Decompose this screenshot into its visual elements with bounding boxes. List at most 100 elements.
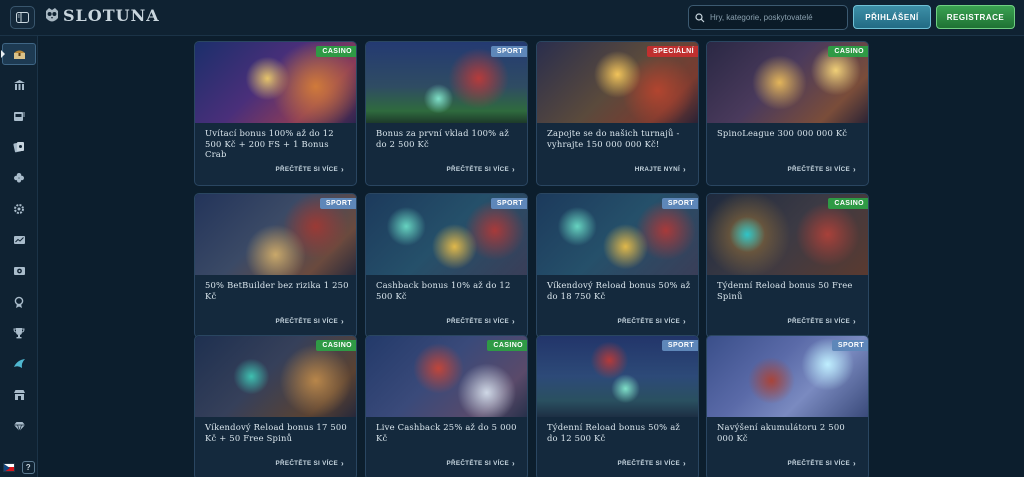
shop-icon <box>13 390 25 400</box>
read-more-link[interactable]: PŘEČTĚTE SI VÍCE › <box>446 165 515 174</box>
promo-title: Live Cashback 25% až do 5 000 Kč <box>376 422 517 443</box>
promo-card[interactable]: CASINO SpinoLeague 300 000 000 Kč PŘEČTĚ… <box>706 41 869 186</box>
read-more-label: PŘEČTĚTE SI VÍCE <box>787 166 851 173</box>
read-more-link[interactable]: PŘEČTĚTE SI VÍCE › <box>617 317 686 326</box>
sidebar-item-casino[interactable] <box>0 74 38 96</box>
promo-title: Cashback bonus 10% až do 12 500 Kč <box>376 280 511 301</box>
chevron-right-icon: › <box>341 165 344 174</box>
top-header: SLOTUNA PŘIHLÁŠENÍ REGISTRACE <box>0 0 1024 36</box>
live-cards-icon <box>13 142 24 153</box>
sidebar-footer: ? <box>0 457 38 477</box>
gear-icon <box>14 204 24 214</box>
sidebar-item-live-casino[interactable] <box>0 136 38 158</box>
logo-text: SLOTUNA <box>63 6 160 25</box>
live-sport-icon <box>13 266 25 275</box>
read-more-label: PŘEČTĚTE SI VÍCE <box>275 318 339 325</box>
sidebar-item-vip[interactable] <box>0 415 38 437</box>
login-button[interactable]: PŘIHLÁŠENÍ <box>853 5 931 29</box>
sidebar-item-tournaments[interactable] <box>0 322 38 344</box>
read-more-label: PŘEČTĚTE SI VÍCE <box>617 318 681 325</box>
read-more-link[interactable]: PŘEČTĚTE SI VÍCE › <box>275 317 344 326</box>
chevron-right-icon: › <box>853 317 856 326</box>
treasure-chest-icon <box>13 50 25 59</box>
promo-card[interactable]: CASINO Live Cashback 25% až do 5 000 Kč … <box>365 335 528 477</box>
medal-icon <box>14 296 24 308</box>
read-more-link[interactable]: PŘEČTĚTE SI VÍCE › <box>617 459 686 468</box>
promo-image: CASINO <box>707 194 868 275</box>
promo-image: CASINO <box>195 336 356 417</box>
chevron-right-icon: › <box>341 459 344 468</box>
sidebar-item-slots[interactable] <box>0 105 38 127</box>
badge-sport: SPORT <box>319 198 356 209</box>
sidebar-item-rewards[interactable] <box>0 291 38 313</box>
clover-icon <box>14 173 24 183</box>
badge-casino: CASINO <box>316 340 356 351</box>
read-more-label: PŘEČTĚTE SI VÍCE <box>446 318 510 325</box>
sidebar-item-lucky[interactable] <box>0 167 38 189</box>
site-logo[interactable]: SLOTUNA <box>44 6 160 25</box>
promo-card[interactable]: CASINO Uvítací bonus 100% až do 12 500 K… <box>194 41 357 186</box>
chevron-right-icon: › <box>341 317 344 326</box>
promo-image: SPORT <box>366 42 527 123</box>
sports-screen-icon <box>13 235 25 244</box>
promo-card[interactable]: CASINO Víkendový Reload bonus 17 500 Kč … <box>194 335 357 477</box>
promo-card[interactable]: SPORT Týdenní Reload bonus 50% až do 12 … <box>536 335 699 477</box>
read-more-link[interactable]: PŘEČTĚTE SI VÍCE › <box>446 317 515 326</box>
promo-title: Navýšení akumulátoru 2 500 000 Kč <box>717 422 845 443</box>
promo-image: SPORT <box>195 194 356 275</box>
sidebar-toggle-icon <box>16 12 29 23</box>
read-more-label: PŘEČTĚTE SI VÍCE <box>787 460 851 467</box>
promo-card[interactable]: SPORT Bonus za první vklad 100% až do 2 … <box>365 41 528 186</box>
chevron-right-icon: › <box>512 165 515 174</box>
sidebar-item-shop[interactable] <box>0 384 38 406</box>
badge-casino: CASINO <box>316 46 356 57</box>
register-button[interactable]: REGISTRACE <box>936 5 1015 29</box>
promo-title: Týdenní Reload bonus 50% až do 12 500 Kč <box>547 422 680 443</box>
promo-image: CASINO <box>707 42 868 123</box>
read-more-link[interactable]: PŘEČTĚTE SI VÍCE › <box>787 459 856 468</box>
promo-card[interactable]: SPORT Navýšení akumulátoru 2 500 000 Kč … <box>706 335 869 477</box>
promo-card[interactable]: SPORT Cashback bonus 10% až do 12 500 Kč… <box>365 193 528 338</box>
sidebar-item-sports[interactable] <box>0 229 38 251</box>
play-now-label: HRAJTE NYNÍ <box>634 166 681 173</box>
read-more-link[interactable]: PŘEČTĚTE SI VÍCE › <box>275 165 344 174</box>
search-input[interactable] <box>710 13 840 22</box>
read-more-label: PŘEČTĚTE SI VÍCE <box>446 460 510 467</box>
play-now-link[interactable]: HRAJTE NYNÍ › <box>635 165 686 174</box>
slot-machine-icon <box>14 112 25 121</box>
sidebar: ? <box>0 36 38 477</box>
read-more-link[interactable]: PŘEČTĚTE SI VÍCE › <box>275 459 344 468</box>
sidebar-item-settings[interactable] <box>0 198 38 220</box>
promo-card[interactable]: CASINO Týdenní Reload bonus 50 Free Spin… <box>706 193 869 338</box>
sidebar-toggle-button[interactable] <box>10 6 35 29</box>
promo-card[interactable]: SPORT 50% BetBuilder bez rizika 1 250 Kč… <box>194 193 357 338</box>
search-icon <box>695 12 705 22</box>
search-box[interactable] <box>688 5 848 30</box>
chevron-right-icon: › <box>683 317 686 326</box>
promo-image: SPORT <box>537 336 698 417</box>
read-more-link[interactable]: PŘEČTĚTE SI VÍCE › <box>787 317 856 326</box>
chevron-right-icon: › <box>683 165 686 174</box>
shark-icon <box>13 359 25 368</box>
read-more-link[interactable]: PŘEČTĚTE SI VÍCE › <box>446 459 515 468</box>
chevron-right-icon: › <box>512 317 515 326</box>
promo-title: SpinoLeague 300 000 000 Kč <box>717 128 848 138</box>
sidebar-item-crash[interactable] <box>0 353 38 375</box>
diamond-icon <box>13 421 25 432</box>
help-button[interactable]: ? <box>21 460 35 474</box>
promo-card[interactable]: SPORT Víkendový Reload bonus 50% až do 1… <box>536 193 699 338</box>
promo-image: SPECIÁLNÍ <box>537 42 698 123</box>
badge-sport: SPORT <box>831 340 868 351</box>
chevron-right-icon: › <box>683 459 686 468</box>
read-more-label: PŘEČTĚTE SI VÍCE <box>446 166 510 173</box>
promo-title: Uvítací bonus 100% až do 12 500 Kč + 200… <box>205 128 334 159</box>
sidebar-item-promotions[interactable] <box>1 43 36 65</box>
promo-title: Bonus za první vklad 100% až do 2 500 Kč <box>376 128 509 149</box>
badge-sport: SPORT <box>490 198 527 209</box>
chevron-right-icon: › <box>853 459 856 468</box>
language-flag-cz-icon[interactable] <box>3 462 16 472</box>
badge-casino: CASINO <box>487 340 527 351</box>
promo-card[interactable]: SPECIÁLNÍ Zapojte se do našich turnajů -… <box>536 41 699 186</box>
sidebar-item-live-sport[interactable] <box>0 260 38 282</box>
read-more-link[interactable]: PŘEČTĚTE SI VÍCE › <box>787 165 856 174</box>
